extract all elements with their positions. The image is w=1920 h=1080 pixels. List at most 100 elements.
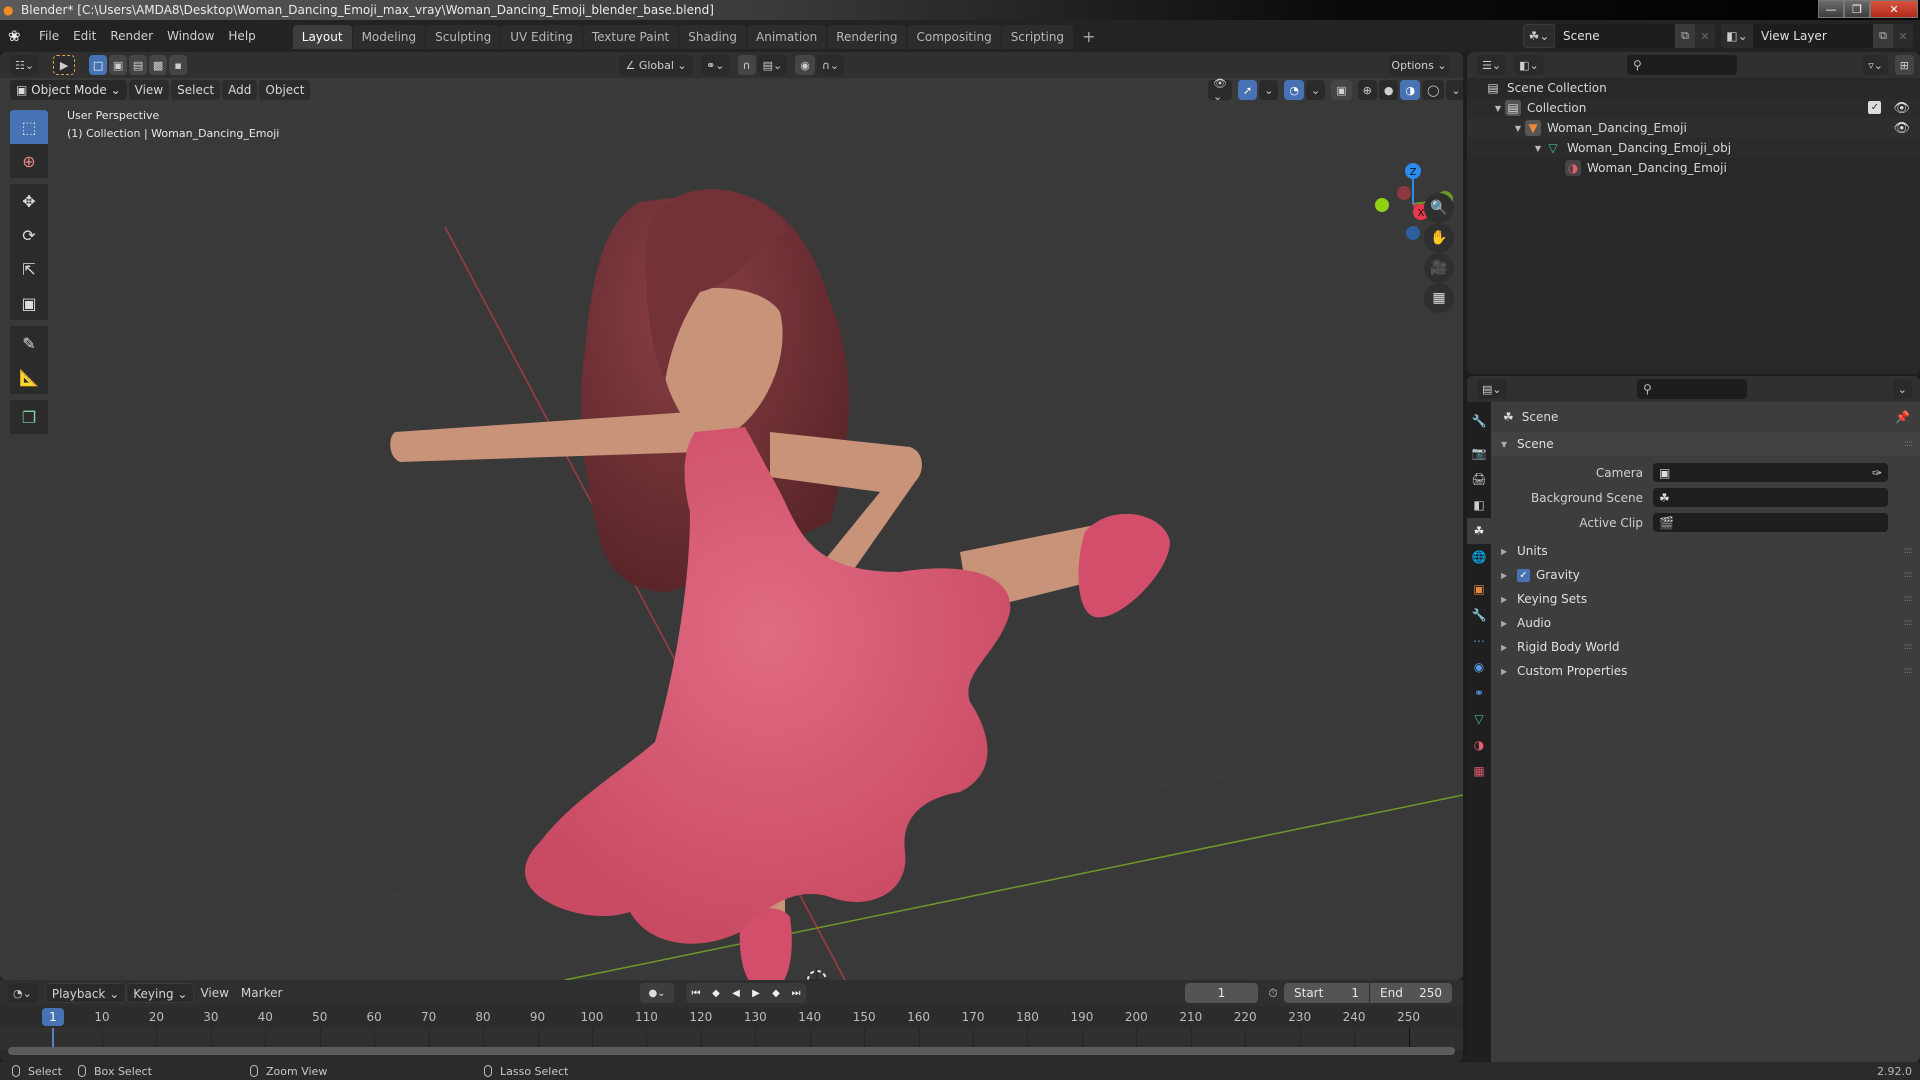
panel-keying-sets-header[interactable]: ▶ Keying Sets:::: [1491, 587, 1920, 611]
shading-dropdown[interactable]: ⌄ [1446, 80, 1463, 100]
delete-scene-button[interactable]: ✕ [1695, 24, 1715, 48]
expand-arrow-icon[interactable]: ▼ [1491, 104, 1505, 113]
dancing-woman-model[interactable] [390, 189, 1170, 980]
tool-select-box[interactable]: ⬚ [10, 110, 48, 144]
outliner-row-object[interactable]: ▼ ▼ Woman_Dancing_Emoji 👁 [1467, 118, 1920, 138]
pan-view-button[interactable]: ✋ [1424, 223, 1454, 253]
drag-handle-icon[interactable]: :::: [1904, 546, 1913, 556]
overlay-dropdown[interactable]: ⌄ [1306, 80, 1326, 100]
tool-scale[interactable]: ⇱ [10, 252, 48, 286]
tool-rotate[interactable]: ⟳ [10, 218, 48, 252]
shading-solid-button[interactable]: ● [1378, 80, 1399, 100]
panel-units-header[interactable]: ▶ Units:::: [1491, 539, 1920, 563]
panel-audio-header[interactable]: ▶ Audio:::: [1491, 611, 1920, 635]
options-dropdown[interactable]: Options ⌄ [1389, 55, 1449, 75]
editor-type-button[interactable]: ☷⌄ [10, 55, 40, 75]
toggle-perspective-button[interactable]: ▦ [1424, 283, 1454, 313]
menu-window[interactable]: Window [160, 29, 221, 43]
select-tool-icon[interactable]: ▶ [53, 55, 76, 75]
tool-move[interactable]: ✥ [10, 184, 48, 218]
tab-output[interactable]: 🖨 [1467, 466, 1491, 492]
view-layer-name-field[interactable]: View Layer [1753, 24, 1873, 48]
camera-field[interactable]: ▣ ✑ [1653, 463, 1888, 482]
timeline-scrollbar[interactable] [8, 1047, 1455, 1055]
select-mode-intersect-icon[interactable]: ▪ [169, 55, 188, 75]
pivot-point-dropdown[interactable]: ⚭⌄ [701, 55, 730, 75]
tab-data[interactable]: ▽ [1467, 706, 1491, 732]
tool-add-cube[interactable]: ❐ [10, 400, 48, 434]
tab-render[interactable]: 📷 [1467, 440, 1491, 466]
tab-material[interactable]: ◑ [1467, 732, 1491, 758]
timeline-editor-type-button[interactable]: ◔⌄ [8, 983, 37, 1003]
eyedropper-icon[interactable]: ✑ [1872, 466, 1882, 480]
properties-options-dropdown[interactable]: ⌄ [1892, 379, 1912, 399]
add-workspace-button[interactable]: + [1074, 25, 1103, 49]
tab-modifiers[interactable]: 🔧 [1467, 602, 1491, 628]
tab-scripting[interactable]: Scripting [1001, 25, 1074, 49]
start-frame-field[interactable]: Start 1 [1284, 983, 1369, 1003]
shading-wireframe-button[interactable]: ⊕ [1357, 80, 1377, 100]
tab-tool[interactable]: 🔧 [1467, 408, 1491, 434]
visibility-eye-icon[interactable]: 👁 [1893, 121, 1910, 136]
expand-arrow-icon[interactable]: ▼ [1531, 144, 1545, 153]
outliner-row-material[interactable]: ◑ Woman_Dancing_Emoji [1467, 158, 1920, 178]
drag-handle-icon[interactable]: :::: [1904, 439, 1913, 449]
transform-orientation-dropdown[interactable]: ∠ Global ⌄ [619, 55, 694, 75]
outliner-row-mesh[interactable]: ▼ ▽ Woman_Dancing_Emoji_obj [1467, 138, 1920, 158]
menu-edit[interactable]: Edit [66, 29, 103, 43]
tab-uv-editing[interactable]: UV Editing [501, 25, 582, 49]
blender-logo-icon[interactable]: ❀ [8, 27, 32, 45]
outliner-row-scene-collection[interactable]: ▤ Scene Collection [1467, 78, 1920, 98]
exclude-checkbox[interactable]: ✓ [1868, 100, 1882, 114]
display-mode-dropdown[interactable]: ◧⌄ [1514, 55, 1544, 75]
drag-handle-icon[interactable]: :::: [1904, 642, 1913, 652]
new-scene-button[interactable]: ⧉ [1675, 24, 1695, 48]
viewport-menu-view[interactable]: View [128, 80, 170, 100]
scene-selector[interactable]: ☘⌄ Scene ⧉ ✕ [1523, 24, 1715, 48]
zoom-view-button[interactable]: 🔍 [1424, 193, 1454, 223]
panel-custom-properties-header[interactable]: ▶ Custom Properties:::: [1491, 659, 1920, 683]
gravity-checkbox[interactable]: ✓ [1517, 568, 1530, 582]
timeline-menu-marker[interactable]: Marker [235, 983, 288, 1003]
camera-view-button[interactable]: 🎥 [1424, 253, 1454, 283]
stopwatch-icon[interactable]: ⏱ [1264, 983, 1282, 1003]
scene-icon[interactable]: ☘⌄ [1523, 24, 1555, 48]
panel-gravity-header[interactable]: ▶ ✓ Gravity:::: [1491, 563, 1920, 587]
3d-cursor[interactable] [805, 968, 829, 980]
tab-constraints[interactable]: ⚭ [1467, 680, 1491, 706]
playback-dropdown[interactable]: Playback ⌄ [44, 983, 127, 1003]
viewport-menu-add[interactable]: Add [222, 80, 258, 100]
jump-start-button[interactable]: ⏮ [686, 983, 706, 1003]
timeline-menu-view[interactable]: View [194, 983, 234, 1003]
new-collection-button[interactable]: ⊞ [1894, 55, 1914, 75]
tab-view-layer[interactable]: ◧ [1467, 492, 1491, 518]
timeline-ruler[interactable]: 10 20 30 40 50 60 70 80 90 100 110 120 130 140 150 160 1… [0, 1006, 1463, 1028]
panel-scene-header[interactable]: ▼ Scene :::: [1491, 432, 1920, 456]
tab-layout[interactable]: Layout [292, 25, 352, 49]
tab-sculpting[interactable]: Sculpting [426, 25, 501, 49]
overlay-toggle[interactable]: ◔ [1284, 80, 1305, 100]
select-mode-subtract-icon[interactable]: ▤ [129, 55, 148, 75]
minimize-button[interactable]: — [1818, 0, 1844, 18]
jump-end-button[interactable]: ⏭ [786, 983, 806, 1003]
filter-dropdown[interactable]: ▿⌄ [1863, 55, 1888, 75]
tool-cursor[interactable]: ⊕ [10, 144, 48, 178]
maximize-button[interactable]: ❐ [1844, 0, 1870, 18]
proportional-edit-toggle[interactable]: ◉ [795, 55, 815, 75]
outliner-search-input[interactable]: ⚲ [1627, 55, 1737, 75]
proportional-falloff-dropdown[interactable]: ∩⌄ [816, 55, 845, 75]
tool-measure[interactable]: 📐 [10, 360, 48, 394]
tab-object[interactable]: ▣ [1467, 576, 1491, 602]
next-keyframe-button[interactable]: ◆ [766, 983, 786, 1003]
outliner-editor-type-button[interactable]: ☰⌄ [1477, 55, 1507, 75]
end-frame-field[interactable]: End 250 [1370, 983, 1452, 1003]
viewport-scene[interactable]: Z Y X [0, 52, 1463, 980]
snap-toggle[interactable]: ∩ [737, 55, 756, 75]
view-layer-icon[interactable]: ◧⌄ [1721, 24, 1753, 48]
background-scene-field[interactable]: ☘ [1653, 488, 1888, 507]
select-mode-new-icon[interactable]: □ [89, 55, 108, 75]
active-clip-field[interactable]: 🎬 [1653, 513, 1888, 532]
snap-target-dropdown[interactable]: ▤⌄ [757, 55, 788, 75]
tab-particles[interactable]: ⋯ [1467, 628, 1491, 654]
shading-rendered-button[interactable]: ◯ [1422, 80, 1445, 100]
